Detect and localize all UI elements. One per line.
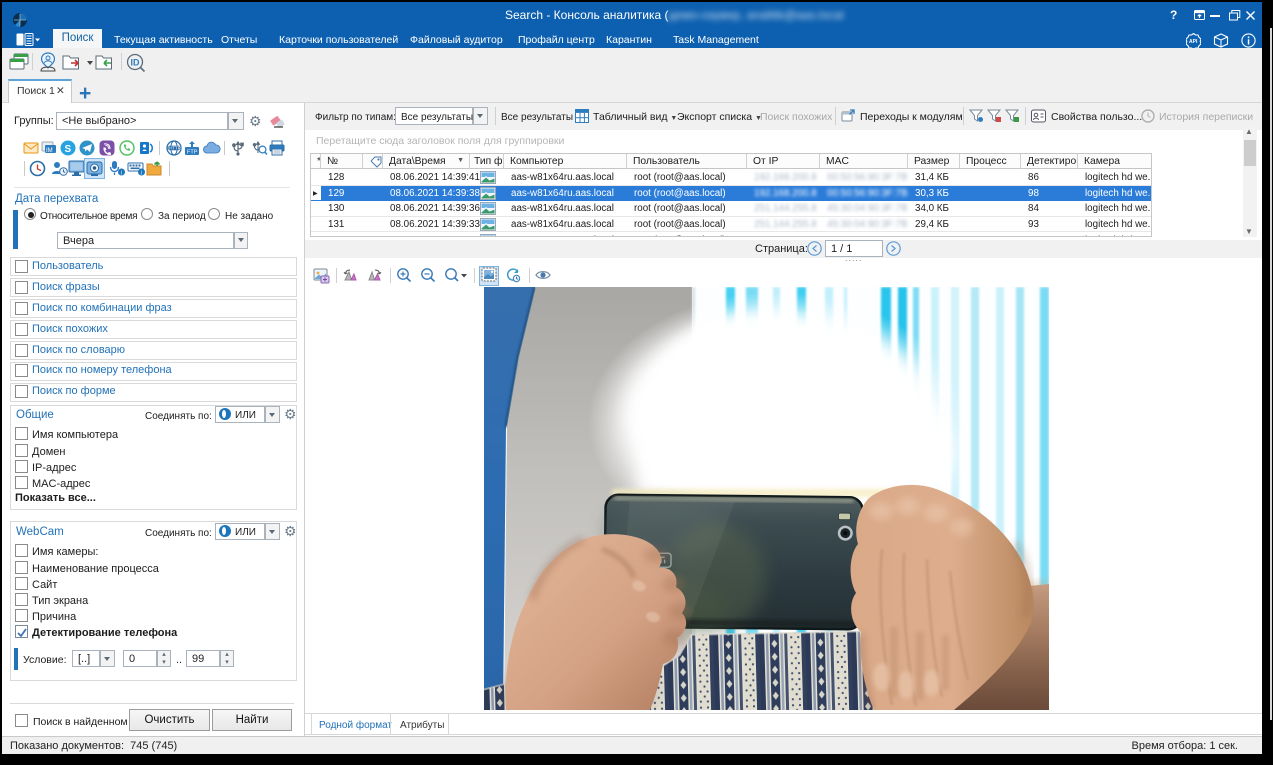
svg-text:ID: ID bbox=[131, 58, 141, 68]
svg-text:HTTP: HTTP bbox=[169, 145, 181, 150]
svg-text:S: S bbox=[65, 144, 72, 155]
svg-text:FTP: FTP bbox=[187, 150, 198, 156]
svg-text:API: API bbox=[1189, 39, 1198, 45]
svg-text:IM: IM bbox=[46, 148, 53, 154]
